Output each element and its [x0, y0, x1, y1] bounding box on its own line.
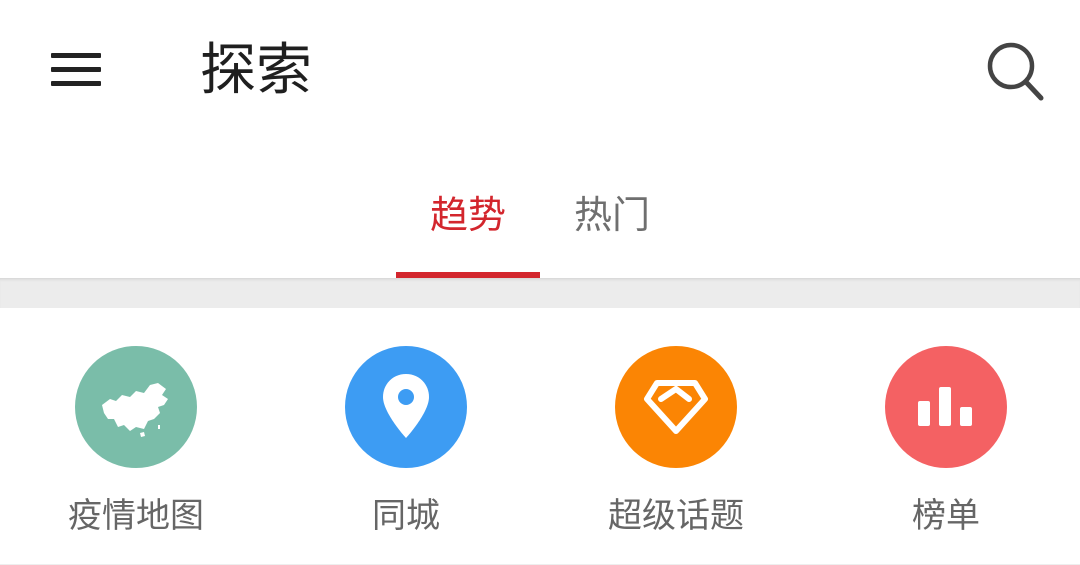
tab-bar: 趋势 热门: [0, 140, 1080, 278]
shortcut-label: 榜单: [912, 496, 980, 536]
tab-hot[interactable]: 热门: [540, 190, 684, 240]
hamburger-menu-icon: [51, 53, 101, 86]
location-pin-icon: [383, 374, 429, 438]
menu-button[interactable]: [40, 40, 114, 100]
section-divider: [0, 278, 1080, 308]
shortcut-icon-circle: [345, 346, 467, 468]
shortcut-icon-circle: [615, 346, 737, 468]
shortcut-icon-circle: [75, 346, 197, 468]
tab-trend[interactable]: 趋势: [396, 190, 540, 240]
shortcut-local[interactable]: 同城: [295, 346, 515, 546]
shortcut-label: 同城: [372, 496, 440, 536]
shortcut-label: 疫情地图: [68, 496, 204, 536]
bar-chart-icon: [918, 387, 972, 426]
shortcut-icon-circle: [885, 346, 1007, 468]
page-title: 探索: [200, 38, 312, 103]
search-icon: [987, 42, 1044, 101]
shortcut-label: 超级话题: [608, 496, 744, 536]
top-app-bar: 探索: [0, 0, 1080, 140]
shortcut-super-topic[interactable]: 超级话题: [565, 346, 785, 546]
diamond-icon: [644, 380, 708, 434]
search-button[interactable]: [978, 38, 1054, 106]
china-map-icon: [102, 383, 168, 437]
shortcut-ranking[interactable]: 榜单: [835, 346, 1055, 546]
shortcut-epidemic-map[interactable]: 疫情地图: [25, 346, 245, 546]
shortcut-grid: 疫情地图 同城 超级话题 榜单: [0, 308, 1080, 565]
